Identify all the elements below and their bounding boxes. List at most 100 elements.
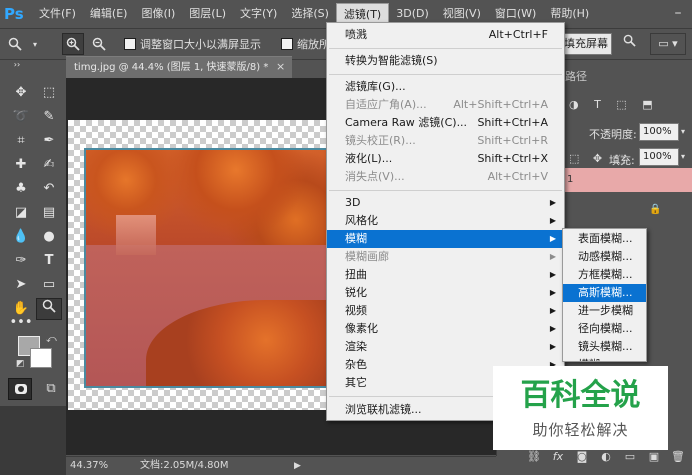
more-tools-icon[interactable]: ••• (8, 316, 34, 332)
workspace-switcher-icon[interactable]: ▭ ▾ (650, 33, 686, 55)
background-color-swatch[interactable] (30, 348, 52, 368)
blur-lens[interactable]: 镜头模糊... (563, 338, 646, 356)
menu-edit[interactable]: 编辑(E) (83, 3, 135, 25)
filter-video[interactable]: 视频 ▶ (327, 302, 564, 320)
toolbar-footer (0, 406, 66, 475)
filter-render[interactable]: 渲染 ▶ (327, 338, 564, 356)
crop-tool-icon[interactable]: ⌗ (8, 130, 34, 152)
zoom-out-icon[interactable] (88, 33, 110, 55)
tab-paths[interactable]: 路径 (565, 68, 587, 86)
pen-tool-icon[interactable]: ✑ (8, 250, 34, 272)
filter-blur[interactable]: 模糊 ▶ (327, 230, 564, 248)
filter-lens-correction[interactable]: 镜头校正(R)... Shift+Ctrl+R (327, 132, 564, 150)
menu-image[interactable]: 图像(I) (134, 3, 182, 25)
filter-camera-raw[interactable]: Camera Raw 滤镜(C)... Shift+Ctrl+A (327, 114, 564, 132)
toolbar-collapse-icon[interactable]: ›› (4, 60, 30, 70)
filter-liquify[interactable]: 液化(L)... Shift+Ctrl+X (327, 150, 564, 168)
zoom-level[interactable]: 44.37% (70, 457, 108, 475)
healing-brush-tool-icon[interactable]: ✚ (8, 154, 34, 176)
document-tab[interactable]: timg.jpg @ 44.4% (图层 1, 快速蒙版/8) * (66, 56, 292, 78)
filter-last-filter[interactable]: 喷溅 Alt+Ctrl+F (327, 26, 564, 44)
submenu-arrow-icon: ▶ (549, 252, 556, 261)
quick-mask-button[interactable] (8, 378, 32, 400)
document-canvas[interactable] (68, 120, 338, 410)
new-group-icon[interactable]: ▭ (623, 450, 637, 464)
filter-adaptive-wide-angle[interactable]: 自适应广角(A)... Alt+Shift+Ctrl+A (327, 96, 564, 114)
photoshop-logo: Ps (4, 5, 24, 23)
blur-blur[interactable]: 模糊 (563, 356, 646, 361)
menu-separator (329, 190, 562, 191)
blur-surface[interactable]: 表面模糊... (563, 230, 646, 248)
filter-pixelate[interactable]: 像素化 ▶ (327, 320, 564, 338)
zoom-tool-icon[interactable] (36, 298, 62, 320)
zoom-in-icon[interactable] (62, 33, 84, 55)
gradient-tool-icon[interactable]: ▤ (36, 202, 62, 224)
filter-convert-smart[interactable]: 转换为智能滤镜(S) (327, 52, 564, 70)
filter-item-label: 风格化 (345, 214, 378, 227)
blur-gaussian[interactable]: 高斯模糊... (563, 284, 646, 302)
marquee-tool-icon[interactable]: ⬚ (36, 82, 62, 104)
path-selection-tool-icon[interactable]: ➤ (8, 274, 34, 296)
fill-screen-button[interactable]: 填充屏幕 (560, 33, 612, 55)
filter-sharpen[interactable]: 锐化 ▶ (327, 284, 564, 302)
search-icon[interactable] (618, 33, 640, 55)
type-tool-icon[interactable]: T (36, 250, 62, 272)
link-layers-icon[interactable]: ⛓ (527, 450, 541, 464)
clone-stamp-tool-icon[interactable]: ♣ (8, 178, 34, 200)
status-menu-icon[interactable]: ▶ (294, 457, 301, 475)
new-layer-icon[interactable]: ▣ (647, 450, 661, 464)
eyedropper-tool-icon[interactable]: ✒ (36, 130, 62, 152)
quick-select-tool-icon[interactable]: ✎ (36, 106, 62, 128)
history-brush-tool-icon[interactable]: ↶ (36, 178, 62, 200)
filter-3d[interactable]: 3D ▶ (327, 194, 564, 212)
blur-more[interactable]: 进一步模糊 (563, 302, 646, 320)
fill-field[interactable]: 100% (639, 148, 679, 166)
brush-tool-icon[interactable]: ✍ (36, 154, 62, 176)
filter-item-shortcut: Alt+Shift+Ctrl+A (453, 98, 548, 111)
lock-icon: 🔒 (649, 204, 662, 215)
menu-type[interactable]: 文字(Y) (233, 3, 284, 25)
filter-stylize[interactable]: 风格化 ▶ (327, 212, 564, 230)
default-colors-icon[interactable]: ◩ (16, 358, 28, 370)
resize-windows-checkbox[interactable]: 调整窗口大小以满屏显示 (124, 36, 261, 52)
opacity-dropdown-icon[interactable]: ▾ (681, 127, 685, 136)
fill-dropdown-icon[interactable]: ▾ (681, 152, 685, 161)
move-tool-icon[interactable]: ✥ (8, 82, 34, 104)
delete-layer-icon[interactable]: 🗑 (671, 450, 685, 464)
filter-blur-gallery[interactable]: 模糊画廊 ▶ (327, 248, 564, 266)
layer-row-1[interactable]: 1 (561, 168, 692, 192)
filter-item-label: 锐化 (345, 286, 367, 299)
dodge-tool-icon[interactable]: ● (36, 226, 62, 248)
layer-style-icon[interactable]: fx (551, 450, 565, 464)
add-mask-icon[interactable]: ◙ (575, 450, 589, 464)
adjustment-layer-icon[interactable]: ◐ (599, 450, 613, 464)
filter-kind-icons[interactable]: ◑ T ⬚ ⬒ (569, 98, 659, 111)
menu-file[interactable]: 文件(F) (32, 3, 83, 25)
resize-windows-label: 调整窗口大小以满屏显示 (140, 38, 261, 51)
submenu-arrow-icon: ▶ (549, 342, 556, 351)
filter-item-shortcut: Shift+Ctrl+A (477, 116, 548, 129)
close-tab-icon[interactable]: × (276, 60, 288, 74)
dropdown-arrow-icon[interactable]: ▾ (30, 33, 40, 55)
submenu-arrow-icon: ▶ (549, 216, 556, 225)
lasso-tool-icon[interactable]: ➰ (8, 106, 34, 128)
filter-item-label: 其它 (345, 376, 367, 389)
filter-gallery[interactable]: 滤镜库(G)... (327, 78, 564, 96)
blur-motion[interactable]: 动感模糊... (563, 248, 646, 266)
swap-colors-icon[interactable]: ⤺ (46, 334, 60, 346)
screen-mode-icon[interactable]: ⧉ (40, 379, 62, 399)
zoom-tool-preset-icon[interactable] (4, 33, 26, 55)
menu-layer[interactable]: 图层(L) (182, 3, 233, 25)
filter-distort[interactable]: 扭曲 ▶ (327, 266, 564, 284)
opacity-field[interactable]: 100% (639, 123, 679, 141)
minimize-icon[interactable]: – (668, 3, 688, 23)
shape-tool-icon[interactable]: ▭ (36, 274, 62, 296)
blur-box[interactable]: 方框模糊... (563, 266, 646, 284)
menu-separator (329, 74, 562, 75)
blur-radial[interactable]: 径向模糊... (563, 320, 646, 338)
filter-item-label: 视频 (345, 304, 367, 317)
eraser-tool-icon[interactable]: ◪ (8, 202, 34, 224)
blur-tool-icon[interactable]: 💧 (8, 226, 34, 248)
filter-item-shortcut: Shift+Ctrl+X (477, 152, 548, 165)
filter-vanishing-point[interactable]: 消失点(V)... Alt+Ctrl+V (327, 168, 564, 186)
